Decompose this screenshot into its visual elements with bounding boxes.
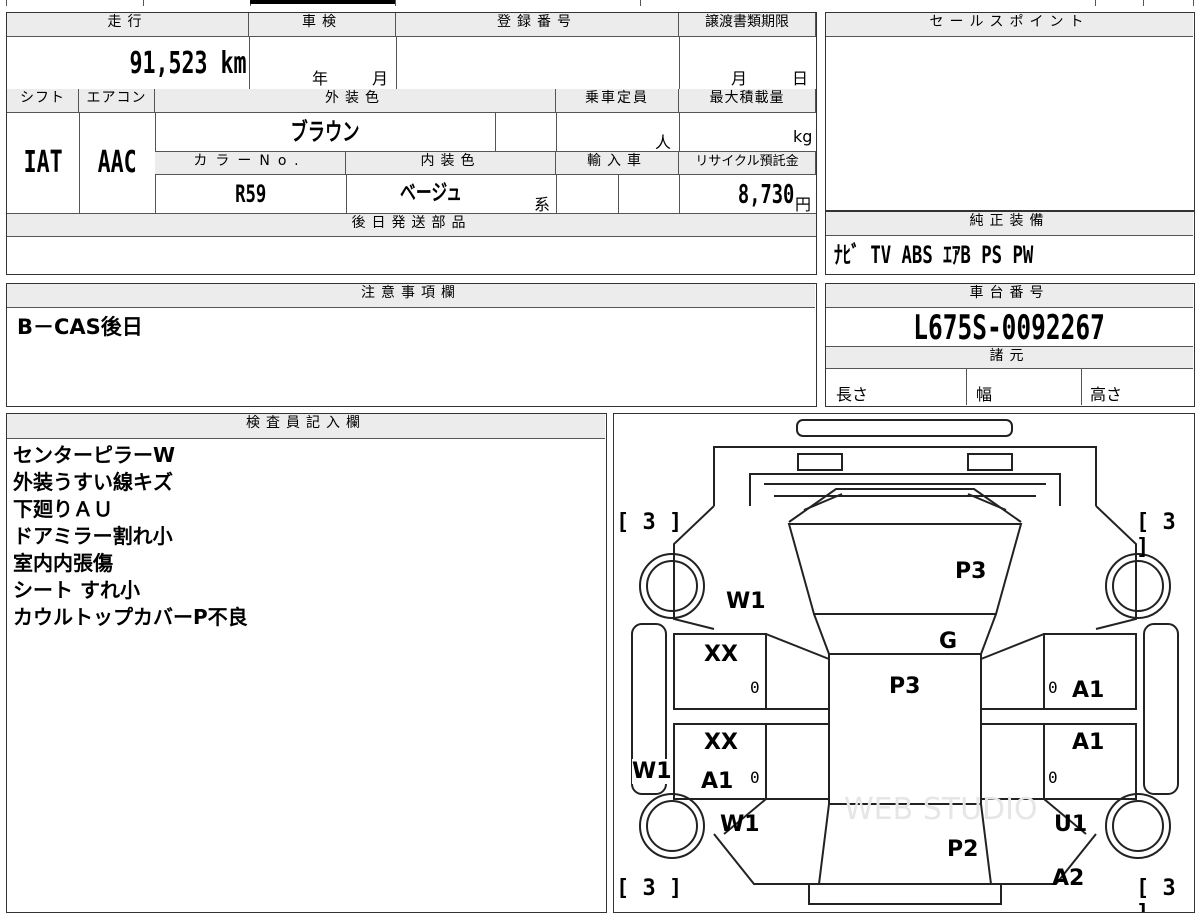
equipment-panel: 純正装備 ﾅﾋﾞ TV ABS ｴｱB PS PW <box>825 211 1195 275</box>
inspection-header: 車検 <box>249 13 396 37</box>
recycle-unit: 円 <box>795 195 812 214</box>
inspector-line: カウルトップカバーP不良 <box>13 605 248 629</box>
color-no-header: カラーNo. <box>155 151 346 175</box>
inspector-line: ドアミラー割れ小 <box>13 524 173 548</box>
sales-point-panel: セールスポイント <box>825 12 1195 211</box>
vehicle-info-table: 走行 車検 登録番号 譲渡書類期限 91,523 km 年 月 月 日 シフト … <box>6 12 817 275</box>
inspector-line: センターピラーW <box>13 443 176 467</box>
inspector-line: 外装うすい線キズ <box>13 470 173 494</box>
front-door-right-zero: 0 <box>1048 678 1058 697</box>
inspector-header: 検査員記入欄 <box>7 414 605 439</box>
car-diagram-panel: WEB STUDIO [ 3 ] [ 3 ] [ 3 ] [ 3 ] P3 W1… <box>613 413 1195 913</box>
ac-value: AAC <box>97 145 137 180</box>
chassis-number: L675S-0092267 <box>913 308 1106 348</box>
damage-rear-door-left-2: A1 <box>701 769 734 794</box>
spec-width-label: 幅 <box>976 385 993 404</box>
inspector-line: 下廻りＡＵ <box>13 497 113 521</box>
spec-height-label: 高さ <box>1090 385 1123 404</box>
chassis-panel: 車台番号 L675S-0092267 諸元 長さ 幅 高さ <box>825 283 1195 407</box>
tire-front-left: [ 3 ] <box>616 510 683 535</box>
transfer-deadline-header: 譲渡書類期限 <box>679 13 816 37</box>
rear-door-right-zero: 0 <box>1048 768 1058 787</box>
exterior-color-header: 外装色 <box>155 89 556 113</box>
interior-color-value: ベージュ <box>400 181 462 206</box>
recycle-header: リサイクル預託金 <box>679 151 816 175</box>
car-outline-diagram: WEB STUDIO <box>631 419 1179 905</box>
inspection-year: 年 <box>312 69 329 88</box>
watermark: WEB STUDIO <box>844 792 1038 827</box>
inspector-panel: 検査員記入欄 センターピラーW 外装うすい線キズ 下廻りＡＵ ドアミラー割れ小 … <box>6 413 607 913</box>
transfer-month: 月 <box>731 69 748 88</box>
damage-front-door-right: A1 <box>1072 678 1105 703</box>
exterior-color-value: ブラウン <box>290 118 360 146</box>
later-parts-value <box>7 237 816 273</box>
inspector-line: 室内内張傷 <box>13 551 113 575</box>
mileage-value: 91,523 km <box>129 46 247 81</box>
interior-color-header: 内装色 <box>346 151 556 175</box>
transfer-day: 日 <box>792 69 809 88</box>
damage-quarter-left: W1 <box>720 812 760 837</box>
max-load-header: 最大積載量 <box>679 89 816 113</box>
max-load-unit: kg <box>793 127 813 146</box>
specs-header: 諸元 <box>826 346 1193 369</box>
spec-length-label: 長さ <box>836 385 869 404</box>
equipment-items: ﾅﾋﾞ TV ABS ｴｱB PS PW <box>834 241 1034 269</box>
damage-rocker-left: W1 <box>632 759 672 784</box>
shift-header: シフト <box>7 89 79 113</box>
tire-rear-right: [ 3 ] <box>1136 876 1176 912</box>
damage-trunk: P2 <box>947 837 979 862</box>
notes-panel: 注意事項欄 B－CAS後日 <box>6 283 817 407</box>
inspector-lines: センターピラーW 外装うすい線キズ 下廻りＡＵ ドアミラー割れ小 室内内張傷 シ… <box>13 442 248 631</box>
notes-header: 注意事項欄 <box>7 284 815 308</box>
damage-rear-door-left: XX <box>704 730 738 755</box>
interior-color-suffix: 系 <box>534 195 551 214</box>
registration-header: 登録番号 <box>396 13 679 37</box>
damage-fender-left: W1 <box>726 589 766 614</box>
rear-door-left-zero: 0 <box>750 768 760 787</box>
damage-roof: P3 <box>889 674 921 699</box>
import-header: 輸入車 <box>556 151 679 175</box>
top-strip <box>0 0 1200 6</box>
inspection-month: 月 <box>372 69 389 88</box>
equipment-header: 純正装備 <box>826 212 1193 236</box>
later-parts-header: 後日発送部品 <box>7 213 816 237</box>
tire-rear-left: [ 3 ] <box>616 876 683 901</box>
sales-point-header: セールスポイント <box>826 13 1193 37</box>
registration-value <box>397 37 679 89</box>
inspector-line: シート すれ小 <box>13 578 140 602</box>
damage-rear-door-right: A1 <box>1072 730 1105 755</box>
tire-front-right: [ 3 ] <box>1136 510 1176 560</box>
mileage-header: 走行 <box>7 13 249 37</box>
damage-rear-right: A2 <box>1052 866 1085 891</box>
chassis-header: 車台番号 <box>826 284 1193 308</box>
damage-front-door-left: XX <box>704 642 738 667</box>
notes-text: B－CAS後日 <box>17 315 143 339</box>
recycle-value: 8,730 <box>737 180 794 210</box>
front-door-left-zero: 0 <box>750 678 760 697</box>
capacity-unit: 人 <box>655 133 672 152</box>
shift-value: IAT <box>23 145 63 180</box>
damage-cowl: G <box>939 629 958 654</box>
capacity-header: 乗車定員 <box>556 89 679 113</box>
color-no-value: R59 <box>234 180 267 208</box>
damage-hood: P3 <box>955 559 987 584</box>
damage-quarter-right: U1 <box>1054 812 1088 837</box>
ac-header: エアコン <box>79 89 155 113</box>
